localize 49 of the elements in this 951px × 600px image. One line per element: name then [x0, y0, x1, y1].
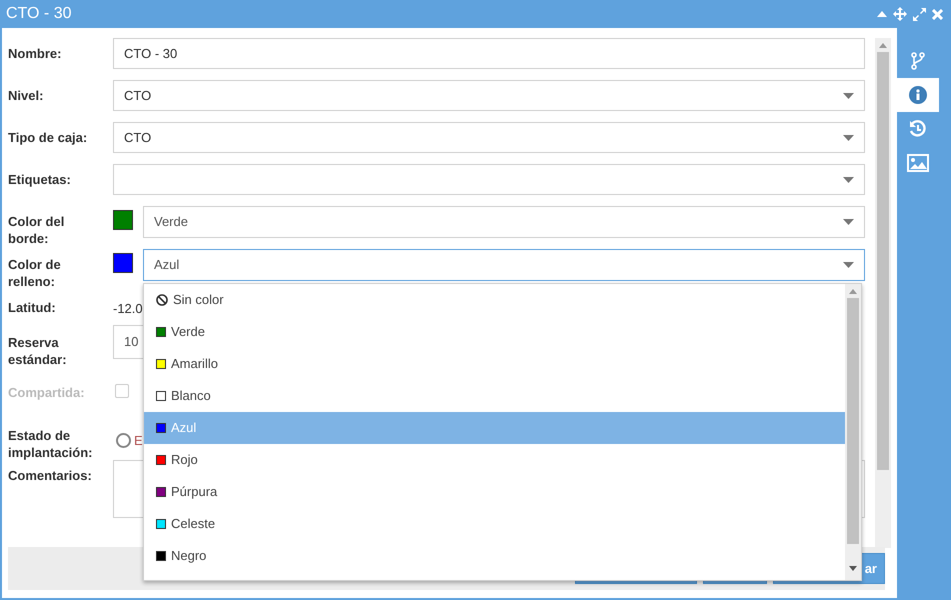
scrollbar[interactable]: [845, 284, 861, 580]
info-icon: [909, 86, 927, 104]
select-field[interactable]: CTO: [113, 122, 865, 153]
dropdown-option[interactable]: Amarillo: [144, 348, 845, 380]
field-label: Latitud:: [8, 299, 57, 316]
select-field[interactable]: Azul: [143, 249, 865, 281]
dropdown-option[interactable]: Negro: [144, 540, 845, 572]
field-label: Color de relleno:: [8, 256, 62, 290]
caret-icon: [843, 219, 854, 225]
dropdown-option[interactable]: Celeste: [144, 508, 845, 540]
caret-icon: [843, 134, 854, 140]
window-title: CTO - 30: [6, 4, 72, 24]
move-icon[interactable]: [893, 7, 907, 21]
scroll-up-icon[interactable]: [879, 43, 887, 48]
caret-icon: [843, 176, 854, 182]
field-label: Reserva estándar:: [8, 334, 68, 368]
image-icon: [907, 154, 929, 172]
field-label: Comentarios:: [8, 467, 93, 484]
scroll-up-icon[interactable]: [849, 289, 857, 294]
field-label: Estado de implantación:: [8, 427, 94, 461]
field-label: Compartida:: [8, 384, 86, 401]
close-icon[interactable]: [932, 8, 943, 20]
expand-icon[interactable]: [913, 8, 926, 20]
caret-icon: [843, 92, 854, 98]
info-tab[interactable]: [897, 78, 939, 112]
field-label: Etiquetas:: [8, 171, 72, 188]
caret-icon: [843, 262, 854, 268]
scrollbar[interactable]: [875, 38, 891, 548]
text-field[interactable]: CTO - 30: [113, 38, 865, 69]
field-label: Nombre:: [8, 45, 62, 62]
field-label: Color del borde:: [8, 213, 66, 247]
select-field[interactable]: CTO: [113, 80, 865, 111]
history-icon: [909, 120, 927, 138]
field-label: Tipo de caja:: [8, 129, 88, 146]
scroll-down-icon[interactable]: [849, 566, 857, 571]
no-color-icon: [156, 294, 168, 306]
dropdown-option[interactable]: Rojo: [144, 444, 845, 476]
field-label: Nivel:: [8, 87, 44, 104]
branch-icon: [911, 52, 925, 70]
dropdown-option[interactable]: Púrpura: [144, 476, 845, 508]
select-field[interactable]: [113, 164, 865, 195]
radio-button[interactable]: [116, 433, 131, 448]
dropdown-option[interactable]: Blanco: [144, 380, 845, 412]
latitude-value: -12.0: [113, 300, 143, 318]
dropdown-option[interactable]: Sin color: [144, 284, 845, 316]
select-field[interactable]: Verde: [143, 206, 865, 238]
radio-label: E: [134, 432, 143, 450]
collapse-icon[interactable]: [877, 11, 887, 17]
dropdown-option[interactable]: Verde: [144, 316, 845, 348]
